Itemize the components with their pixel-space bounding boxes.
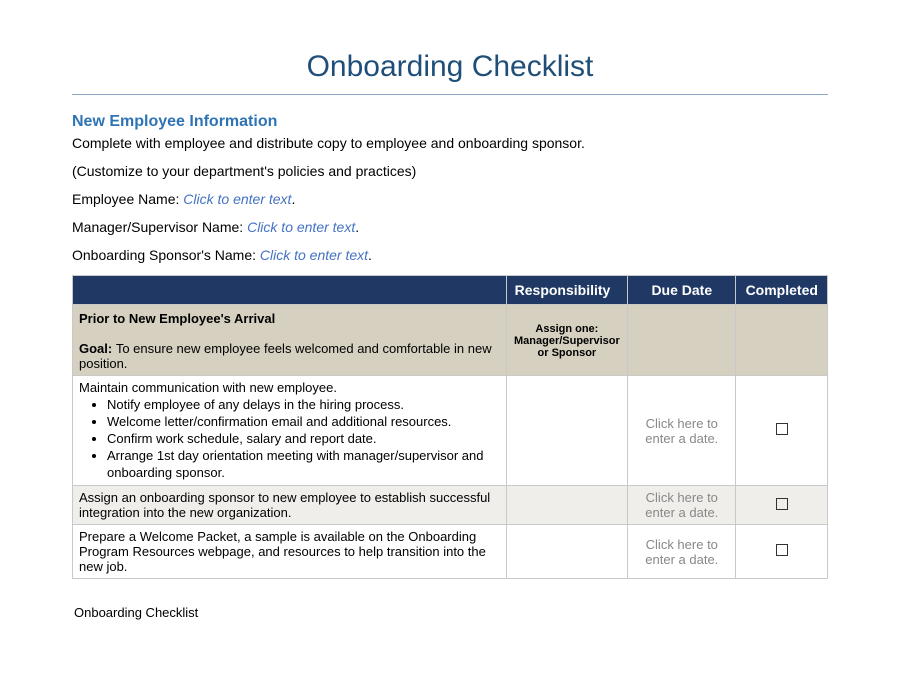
responsibility-cell[interactable] [506,486,627,525]
due-date-cell[interactable]: Click here to enter a date. [628,376,736,486]
task-bullets: Notify employee of any delays in the hir… [79,397,500,481]
task-cell: Assign an onboarding sponsor to new empl… [73,486,507,525]
sponsor-name-field: Onboarding Sponsor's Name: Click to ente… [72,247,828,263]
date-placeholder: Click here to enter a date. [645,490,718,520]
date-placeholder: Click here to enter a date. [645,416,718,446]
goal-text: To ensure new employee feels welcomed an… [79,341,492,371]
group-completed [736,305,828,376]
responsibility-cell[interactable] [506,525,627,579]
sponsor-name-label: Onboarding Sponsor's Name: [72,247,260,263]
table-row: Assign an onboarding sponsor to new empl… [73,486,828,525]
table-row: Prepare a Welcome Packet, a sample is av… [73,525,828,579]
table-group-row: Prior to New Employee's Arrival Goal: To… [73,305,828,376]
task-cell: Maintain communication with new employee… [73,376,507,486]
header-due-date: Due Date [628,276,736,305]
group-cell: Prior to New Employee's Arrival Goal: To… [73,305,507,376]
employee-name-input[interactable]: Click to enter text [183,191,291,207]
intro-line: Complete with employee and distribute co… [72,135,828,151]
bullet-item: Welcome letter/confirmation email and ad… [107,414,500,431]
date-placeholder: Click here to enter a date. [645,537,718,567]
header-completed: Completed [736,276,828,305]
checklist-table: Responsibility Due Date Completed Prior … [72,275,828,579]
employee-name-label: Employee Name: [72,191,183,207]
table-row: Maintain communication with new employee… [73,376,828,486]
section-heading: New Employee Information [72,113,828,131]
group-due-date [628,305,736,376]
title-divider [72,94,828,95]
table-header-row: Responsibility Due Date Completed [73,276,828,305]
group-title: Prior to New Employee's Arrival [79,311,275,326]
task-lead: Assign an onboarding sponsor to new empl… [79,490,490,520]
group-responsibility-note: Assign one: Manager/Supervisor or Sponso… [506,305,627,376]
sponsor-name-input[interactable]: Click to enter text [260,247,368,263]
field-period: . [291,191,295,207]
employee-name-field: Employee Name: Click to enter text. [72,191,828,207]
manager-name-label: Manager/Supervisor Name: [72,219,247,235]
task-lead: Maintain communication with new employee… [79,380,337,395]
manager-name-input[interactable]: Click to enter text [247,219,355,235]
due-date-cell[interactable]: Click here to enter a date. [628,486,736,525]
goal-label: Goal: [79,341,116,356]
bullet-item: Notify employee of any delays in the hir… [107,397,500,414]
footer-text: Onboarding Checklist [72,605,828,620]
completed-cell[interactable] [736,376,828,486]
due-date-cell[interactable]: Click here to enter a date. [628,525,736,579]
bullet-item: Arrange 1st day orientation meeting with… [107,448,500,482]
header-responsibility: Responsibility [506,276,627,305]
manager-name-field: Manager/Supervisor Name: Click to enter … [72,219,828,235]
field-period: . [368,247,372,263]
customize-note: (Customize to your department's policies… [72,163,828,179]
field-period: . [355,219,359,235]
task-cell: Prepare a Welcome Packet, a sample is av… [73,525,507,579]
checkbox-icon[interactable] [776,423,788,435]
bullet-item: Confirm work schedule, salary and report… [107,431,500,448]
page-title: Onboarding Checklist [72,50,828,84]
task-lead: Prepare a Welcome Packet, a sample is av… [79,529,486,574]
responsibility-cell[interactable] [506,376,627,486]
completed-cell[interactable] [736,525,828,579]
checkbox-icon[interactable] [776,544,788,556]
checkbox-icon[interactable] [776,498,788,510]
header-blank [73,276,507,305]
completed-cell[interactable] [736,486,828,525]
